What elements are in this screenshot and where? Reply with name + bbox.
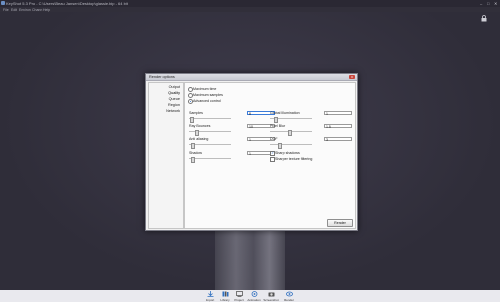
slider-handle[interactable]	[195, 129, 199, 136]
close-window-button[interactable]: ✕	[494, 1, 497, 6]
checkbox-label: Sharper texture filtering	[275, 156, 313, 161]
render-label: Render	[284, 297, 294, 302]
render-options-dialog: Render options x Output Quality Queue Re…	[145, 73, 358, 231]
slider-handle[interactable]	[274, 116, 278, 123]
screenshot-label: Screenshot	[263, 297, 279, 302]
ray-bounces-slider[interactable]	[189, 129, 231, 136]
keyshot-app-icon	[1, 1, 5, 5]
options-sidebar: Output Quality Queue Region Network	[148, 82, 184, 229]
project-icon	[235, 291, 243, 297]
menu-file[interactable]: File	[3, 8, 9, 12]
bottom-toolbar: Import Library Project Animation Screens…	[0, 290, 500, 302]
global-illumination-label: Global Illumination	[270, 111, 300, 115]
glass-bottle-model	[215, 228, 285, 290]
samples-label: Samples	[189, 111, 203, 115]
menu-edit[interactable]: Edit	[11, 8, 17, 12]
window-title: KeyShot 5.3 Pro - C:\Users\Beau Jansen\D…	[6, 1, 128, 6]
quality-panel: Maximum time Maximum samples Advanced co…	[184, 82, 356, 229]
global-illumination-slider[interactable]	[270, 116, 312, 123]
pixel-blur-slider[interactable]	[270, 129, 312, 136]
animation-label: Animation	[247, 297, 261, 302]
title-bar: KeyShot 5.3 Pro - C:\Users\Beau Jansen\D…	[0, 0, 500, 7]
slider-handle[interactable]	[191, 142, 195, 149]
menu-help[interactable]: Help	[43, 8, 50, 12]
radio-label: Maximum samples	[193, 92, 223, 97]
dof-slider[interactable]	[270, 142, 312, 149]
slider-handle[interactable]	[191, 156, 195, 163]
dof-label: DOF	[270, 137, 278, 141]
render-dock-button[interactable]: Render	[280, 290, 298, 302]
shadow-slider[interactable]	[189, 156, 231, 163]
library-icon	[222, 291, 228, 297]
sidebar-item-network[interactable]: Network	[166, 109, 180, 113]
sidebar-item-region[interactable]: Region	[168, 103, 180, 107]
global-illumination-input[interactable]: 1	[324, 110, 352, 116]
radio-label: Maximum time	[193, 86, 217, 91]
dialog-title-bar[interactable]: Render options x	[146, 74, 357, 81]
pixel-blur-input[interactable]: 1.5	[324, 123, 352, 129]
radio-label: Advanced control	[193, 98, 221, 103]
pixel-blur-label: Pixel Blur	[270, 124, 286, 128]
slider-handle[interactable]	[190, 116, 194, 123]
dialog-close-button[interactable]: x	[349, 74, 355, 80]
anti-aliasing-label: Anti aliasing	[189, 137, 209, 141]
dialog-title: Render options	[149, 74, 175, 79]
slider-handle[interactable]	[288, 129, 292, 136]
anti-aliasing-slider[interactable]	[189, 142, 231, 149]
screenshot-button[interactable]: Screenshot	[262, 290, 280, 302]
render-button[interactable]: Render	[327, 219, 353, 227]
render-icon	[285, 291, 293, 297]
screenshot-icon	[268, 292, 274, 297]
maximize-button[interactable]: □	[487, 1, 489, 6]
sidebar-item-output[interactable]: Output	[169, 85, 180, 89]
menu-environment[interactable]: Environ	[19, 8, 31, 12]
sidebar-item-quality[interactable]: Quality	[168, 91, 180, 95]
samples-slider[interactable]	[189, 116, 231, 123]
shadow-label: Shadow	[189, 151, 202, 155]
lock-icon[interactable]	[481, 15, 487, 22]
sidebar-item-queue[interactable]: Queue	[169, 97, 180, 101]
import-icon	[207, 291, 213, 297]
animation-icon	[251, 291, 257, 297]
minimize-button[interactable]: –	[480, 1, 482, 6]
dof-input[interactable]: 3	[324, 136, 352, 142]
animation-button[interactable]: Animation	[245, 290, 263, 302]
menu-channel[interactable]: Chann	[32, 8, 42, 12]
checkbox-label: Sharp shadows	[275, 150, 300, 155]
ray-bounces-label: Ray Bounces	[189, 124, 211, 128]
slider-handle[interactable]	[278, 142, 282, 149]
